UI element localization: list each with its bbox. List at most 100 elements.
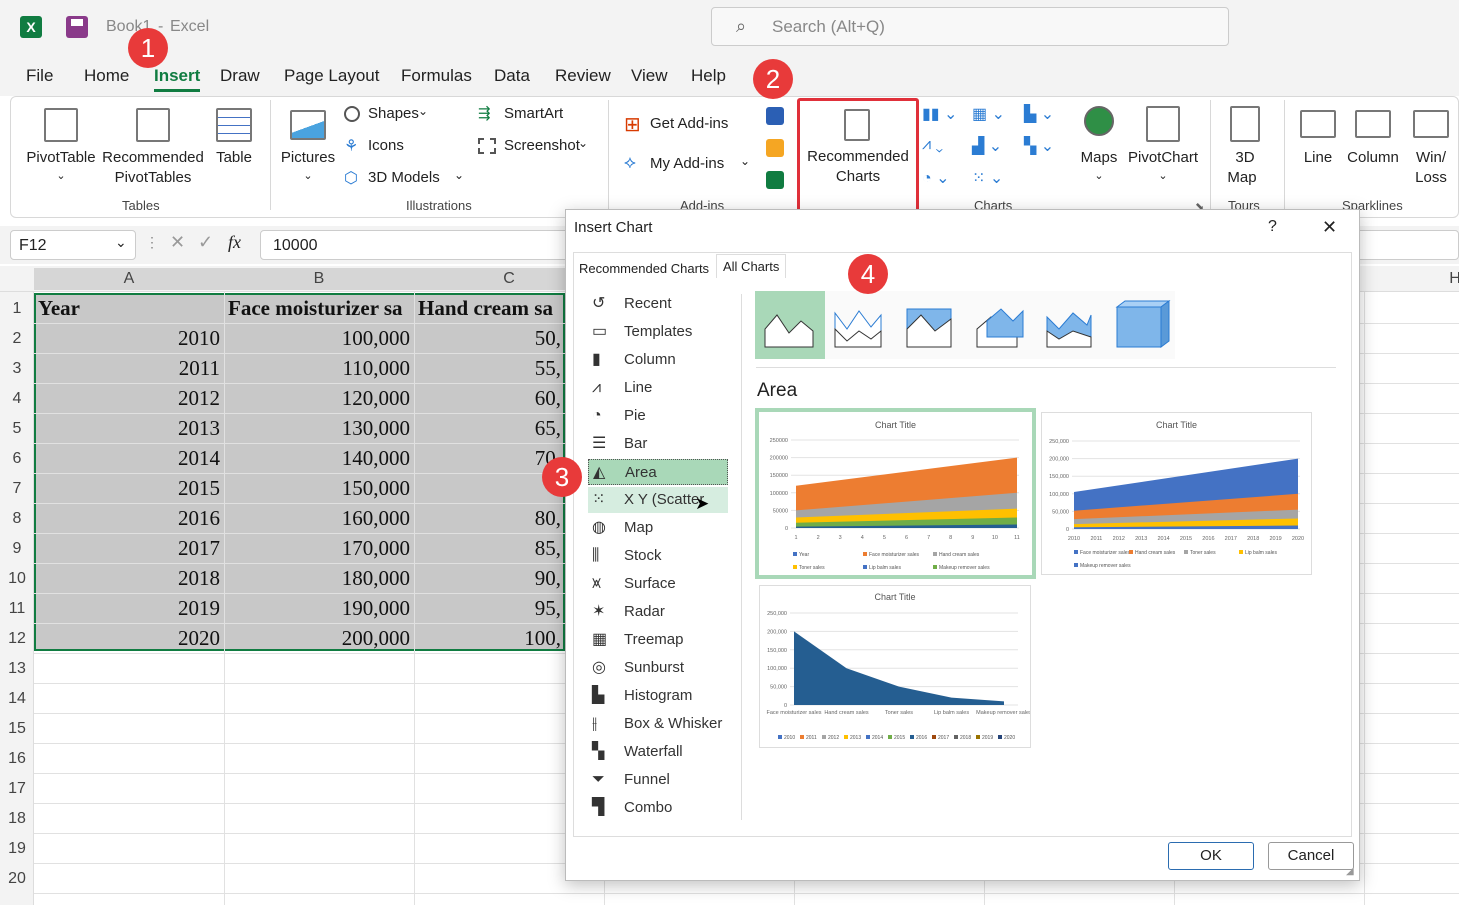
hierarchy-chart-dropdown[interactable]: ▦ ⌄ [972, 104, 1012, 124]
chart-type-recent[interactable]: ↺ Recent [588, 291, 728, 317]
row-header-20[interactable]: 20 [0, 870, 34, 888]
cell-c7[interactable]: 7 [414, 476, 562, 501]
row-header-5[interactable]: 5 [0, 420, 34, 438]
cell-b4[interactable]: 120,000 [224, 386, 410, 411]
statistic-chart-dropdown[interactable]: ▟ ⌄ [972, 136, 1012, 156]
row-header-6[interactable]: 6 [0, 450, 34, 468]
sparkline-line-button[interactable]: Line [1294, 104, 1342, 188]
subtype-3d-area[interactable] [976, 308, 1024, 348]
cell-c2[interactable]: 50, [414, 326, 561, 351]
resize-grip-icon[interactable]: ◢ [1346, 866, 1354, 877]
row-header-13[interactable]: 13 [0, 660, 34, 678]
menu-page-layout[interactable]: Page Layout [284, 66, 379, 86]
recommended-charts-button[interactable]: Recommended Charts [797, 98, 919, 212]
chart-type-map[interactable]: ◍ Map [588, 515, 728, 541]
combo-chart-dropdown[interactable]: ▚ ⌄ [1024, 136, 1064, 156]
bing-icon[interactable] [766, 139, 784, 157]
row-header-17[interactable]: 17 [0, 780, 34, 798]
cell-b1[interactable]: Face moisturizer sa [228, 296, 414, 321]
row-header-4[interactable]: 4 [0, 390, 34, 408]
cell-c8[interactable]: 80, [414, 506, 561, 531]
cell-b9[interactable]: 170,000 [224, 536, 410, 561]
subtype-3d-100-stacked-area[interactable] [1115, 300, 1171, 348]
pivottable-button[interactable]: PivotTable ⌄ [24, 104, 98, 188]
chart-type-stock[interactable]: ⫼ Stock [588, 543, 728, 569]
cell-c3[interactable]: 55, [414, 356, 561, 381]
help-icon[interactable]: ? [1268, 218, 1277, 236]
cell-c12[interactable]: 100, [414, 626, 561, 651]
name-box[interactable]: F12 ⌄ [10, 230, 136, 260]
cell-a9[interactable]: 2017 [34, 536, 220, 561]
enter-icon[interactable]: ✓ [198, 232, 213, 253]
scatter-chart-dropdown[interactable]: ⁙ ⌄ [972, 168, 1012, 188]
cell-a11[interactable]: 2019 [34, 596, 220, 621]
row-header-15[interactable]: 15 [0, 720, 34, 738]
cancel-icon[interactable]: ✕ [170, 232, 185, 253]
menu-data[interactable]: Data [494, 66, 530, 86]
cell-c4[interactable]: 60, [414, 386, 561, 411]
chart-type-radar[interactable]: ✶ Radar [588, 599, 728, 625]
cell-c1[interactable]: Hand cream sa [418, 296, 565, 321]
column-header-b[interactable]: B [224, 268, 414, 290]
row-header-3[interactable]: 3 [0, 360, 34, 378]
chart-type-combo[interactable]: ▜ Combo [588, 795, 728, 821]
cell-a10[interactable]: 2018 [34, 566, 220, 591]
cell-b10[interactable]: 180,000 [224, 566, 410, 591]
row-header-16[interactable]: 16 [0, 750, 34, 768]
waterfall-chart-dropdown[interactable]: ▙ ⌄ [1024, 104, 1064, 124]
close-icon[interactable]: ✕ [1322, 217, 1337, 238]
pie-chart-dropdown[interactable]: ◔ ⌄ [922, 168, 962, 188]
chart-type-bar[interactable]: ☰ Bar [588, 431, 728, 457]
cell-a7[interactable]: 2015 [34, 476, 220, 501]
menu-home[interactable]: Home [84, 66, 129, 86]
menu-formulas[interactable]: Formulas [401, 66, 472, 86]
maps-button[interactable]: Maps ⌄ [1072, 104, 1126, 188]
chart-type-surface[interactable]: ⩙ Surface [588, 571, 728, 597]
chart-preview-3[interactable]: Chart Title 250,000 200,000 150,000 100,000… [759, 585, 1031, 748]
search-box[interactable]: ⌕ Search (Alt+Q) [711, 7, 1229, 46]
more-options-icon[interactable]: ⋮ [145, 234, 159, 251]
chart-type-funnel[interactable]: ⏷ Funnel [588, 767, 728, 793]
row-header-12[interactable]: 12 [0, 630, 34, 648]
cell-a1[interactable]: Year [38, 296, 80, 321]
menu-draw[interactable]: Draw [220, 66, 260, 86]
subtype-100-stacked-area[interactable] [906, 308, 952, 348]
cell-c10[interactable]: 90, [414, 566, 561, 591]
cell-b12[interactable]: 200,000 [224, 626, 410, 651]
cell-a5[interactable]: 2013 [34, 416, 220, 441]
cell-c5[interactable]: 65, [414, 416, 561, 441]
pivotchart-button[interactable]: PivotChart ⌄ [1126, 104, 1200, 188]
chart-type-templates[interactable]: ▭ Templates [588, 319, 728, 345]
subtype-stacked-area[interactable] [834, 310, 882, 348]
row-header-1[interactable]: 1 [0, 300, 34, 318]
cell-b11[interactable]: 190,000 [224, 596, 410, 621]
row-header-11[interactable]: 11 [0, 600, 34, 618]
chart-type-line[interactable]: ⩘ Line [588, 375, 728, 401]
row-header-18[interactable]: 18 [0, 810, 34, 828]
chart-type-column[interactable]: ▮ Column [588, 347, 728, 373]
chart-preview-1[interactable]: Chart Title 250000 200000 150000 100000 5000… [755, 408, 1036, 579]
subtype-3d-stacked-area[interactable] [1046, 312, 1092, 348]
get-addins-button[interactable]: ⊞ Get Add-ins [624, 114, 744, 136]
row-header-2[interactable]: 2 [0, 330, 34, 348]
cell-a8[interactable]: 2016 [34, 506, 220, 531]
people-graph-icon[interactable] [766, 171, 784, 189]
subtype-area[interactable] [755, 291, 825, 359]
chart-type-sunburst[interactable]: ◎ Sunburst [588, 655, 728, 681]
insert-function-icon[interactable]: fx [228, 232, 241, 253]
row-header-10[interactable]: 10 [0, 570, 34, 588]
table-button[interactable]: Table [210, 104, 258, 188]
cell-a4[interactable]: 2012 [34, 386, 220, 411]
cell-a6[interactable]: 2014 [34, 446, 220, 471]
smartart-button[interactable]: ⇶ SmartArt [478, 104, 588, 126]
chart-preview-2[interactable]: Chart Title 250,000 200,000 150,000 100,000… [1041, 412, 1312, 575]
pictures-button[interactable]: Pictures ⌄ [280, 104, 336, 188]
ok-button[interactable]: OK [1168, 842, 1254, 870]
chart-type-pie[interactable]: ◔ Pie [588, 403, 728, 429]
my-addins-button[interactable]: ⟡ My Add-ins ⌄ [624, 152, 754, 176]
row-header-19[interactable]: 19 [0, 840, 34, 858]
tab-all-charts[interactable]: All Charts [716, 254, 787, 278]
cell-b7[interactable]: 150,000 [224, 476, 410, 501]
sparkline-winloss-button[interactable]: Win/ Loss [1406, 104, 1456, 188]
row-header-14[interactable]: 14 [0, 690, 34, 708]
